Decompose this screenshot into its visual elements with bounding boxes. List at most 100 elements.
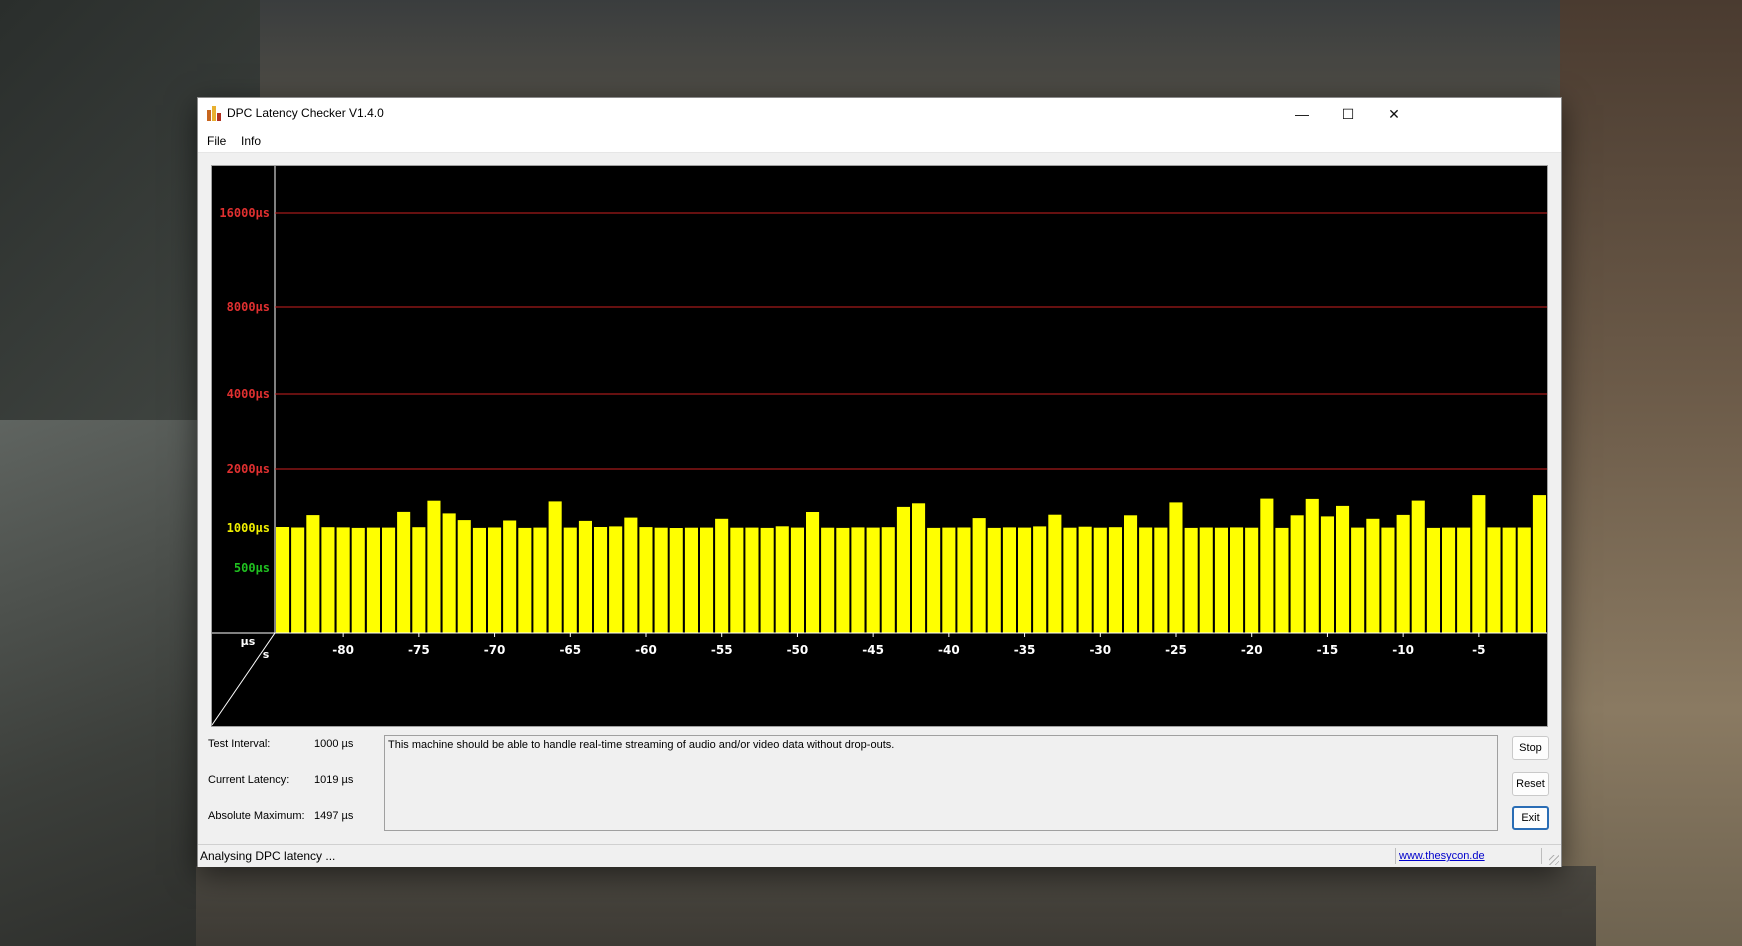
latency-bar: [1093, 527, 1107, 633]
latency-bar: [760, 527, 774, 633]
latency-bar: [1199, 527, 1213, 633]
latency-bar: [1532, 495, 1546, 633]
latency-bar: [1139, 527, 1153, 633]
reference-label: 1000µs: [227, 521, 270, 535]
x-tick-label: -30: [1089, 643, 1111, 657]
latency-bar: [1305, 498, 1319, 633]
latency-bar: [866, 527, 880, 633]
latency-bar: [654, 527, 668, 633]
latency-bar: [1290, 515, 1304, 633]
latency-bar: [563, 527, 577, 633]
menu-bar: File Info: [198, 130, 1561, 153]
y-unit-label: µs: [241, 635, 256, 648]
latency-bar: [291, 527, 305, 633]
latency-bar: [987, 527, 1001, 633]
latency-bar: [1275, 527, 1289, 633]
latency-bar: [1366, 518, 1380, 633]
latency-bar: [1442, 527, 1456, 633]
latency-bar: [1472, 495, 1486, 633]
website-link[interactable]: www.thesycon.de: [1399, 850, 1485, 862]
latency-bar: [684, 527, 698, 633]
latency-bar: [1381, 527, 1395, 633]
x-tick-label: -70: [484, 643, 506, 657]
latency-bar: [1502, 527, 1516, 633]
x-tick-label: -75: [408, 643, 430, 657]
reset-button[interactable]: Reset: [1512, 772, 1549, 796]
latency-chart: 16000µs 8000µs 4000µs 2000µs 1000µs 500µs µs s -…: [211, 165, 1548, 727]
latency-bar: [321, 527, 335, 633]
latency-bar: [1184, 527, 1198, 633]
latency-bar: [276, 527, 290, 633]
status-bar: Analysing DPC latency ... www.thesycon.d…: [198, 844, 1561, 867]
latency-bar: [881, 527, 895, 633]
minimize-icon: —: [1295, 106, 1309, 122]
latency-bar: [1336, 505, 1350, 633]
minimize-button[interactable]: —: [1279, 98, 1325, 130]
reference-label: 16000µs: [219, 206, 270, 220]
window-title: DPC Latency Checker V1.4.0: [227, 106, 384, 120]
reference-label: 500µs: [234, 561, 270, 575]
latency-bar: [1396, 514, 1410, 633]
latency-bar: [775, 526, 789, 633]
latency-bar: [957, 527, 971, 633]
latency-bar: [912, 503, 926, 633]
latency-bar: [1487, 527, 1501, 633]
background-right: [1560, 0, 1742, 946]
current-latency-label: Current Latency:: [208, 774, 290, 786]
app-window: DPC Latency Checker V1.4.0 — ☐ ✕ File In…: [197, 97, 1562, 867]
latency-bar: [851, 527, 865, 633]
reference-label: 4000µs: [227, 387, 270, 401]
latency-bar: [927, 527, 941, 633]
result-message-box: This machine should be able to handle re…: [384, 735, 1498, 831]
test-interval-value: 1000 µs: [314, 738, 354, 750]
latency-bar: [1078, 526, 1092, 633]
latency-bar: [1457, 527, 1471, 633]
test-interval-label: Test Interval:: [208, 738, 271, 750]
latency-bar: [442, 513, 456, 633]
latency-chart-svg: 16000µs 8000µs 4000µs 2000µs 1000µs 500µs µss -…: [212, 166, 1547, 726]
latency-bar: [942, 527, 956, 633]
latency-bar: [1169, 502, 1183, 633]
latency-bar: [730, 527, 744, 633]
x-tick-label: -40: [938, 643, 960, 657]
latency-bar: [1002, 527, 1016, 633]
resize-grip-icon[interactable]: [1549, 855, 1559, 865]
latency-bar: [1230, 527, 1244, 633]
exit-button[interactable]: Exit: [1512, 806, 1549, 830]
latency-bar: [366, 527, 380, 633]
x-tick-label: -80: [332, 643, 354, 657]
latency-bar: [503, 520, 517, 633]
menu-file[interactable]: File: [207, 134, 226, 148]
latency-bar: [533, 527, 547, 633]
close-icon: ✕: [1388, 105, 1400, 122]
x-tick-label: -60: [635, 643, 657, 657]
maximize-icon: ☐: [1341, 105, 1355, 122]
latency-bar: [427, 500, 441, 633]
latency-bar: [609, 526, 623, 633]
latency-bar: [715, 518, 729, 633]
x-unit-label: s: [263, 648, 270, 661]
latency-bar: [397, 511, 411, 633]
x-tick-label: -15: [1317, 643, 1339, 657]
latency-bar: [1517, 527, 1531, 633]
maximize-button[interactable]: ☐: [1325, 98, 1371, 130]
x-tick-label: -55: [711, 643, 733, 657]
status-divider: [1395, 848, 1396, 864]
latency-bar: [518, 527, 532, 633]
latency-bar: [578, 520, 592, 633]
latency-bar: [624, 517, 638, 633]
latency-bar: [896, 506, 910, 633]
latency-bar: [1048, 514, 1062, 633]
close-button[interactable]: ✕: [1371, 98, 1417, 130]
latency-bar: [548, 501, 562, 633]
title-bar[interactable]: DPC Latency Checker V1.4.0 — ☐ ✕: [198, 98, 1561, 130]
result-message: This machine should be able to handle re…: [388, 739, 895, 751]
reference-label: 2000µs: [227, 462, 270, 476]
x-tick-label: -20: [1241, 643, 1263, 657]
background-top: [260, 0, 1560, 100]
stop-button[interactable]: Stop: [1512, 736, 1549, 760]
x-tick-label: -5: [1472, 643, 1485, 657]
current-latency-value: 1019 µs: [314, 774, 354, 786]
menu-info[interactable]: Info: [241, 134, 261, 148]
latency-bar: [790, 527, 804, 633]
